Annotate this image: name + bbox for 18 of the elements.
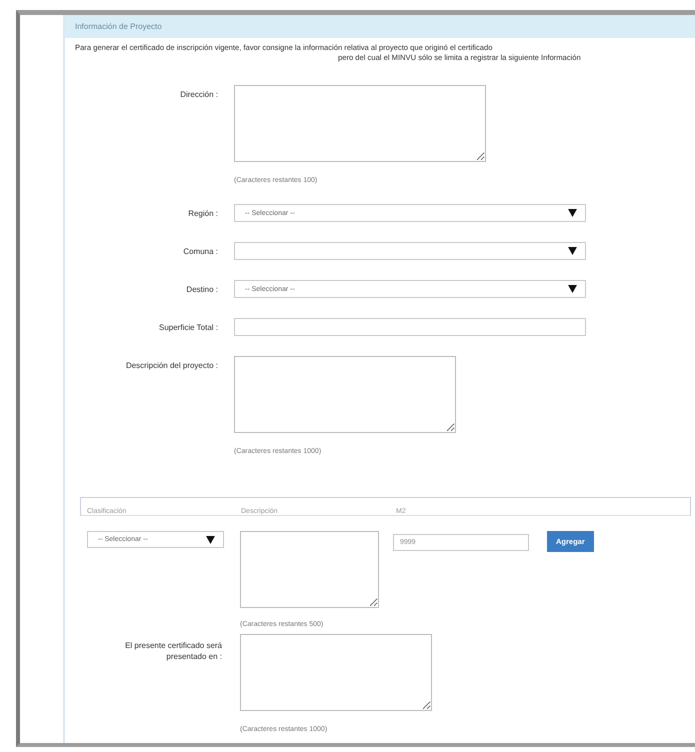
field-label: Región : — [187, 208, 218, 219]
text-area[interactable] — [234, 85, 486, 162]
caret-icon — [206, 536, 215, 544]
text-area[interactable] — [240, 531, 379, 608]
text-area[interactable] — [240, 634, 432, 711]
field-label: Destino : — [185, 284, 218, 295]
field-label: El presente certificado será presentado en : — [124, 640, 222, 662]
caret-icon — [568, 209, 577, 217]
field-label: Descripción del proyecto : — [124, 360, 218, 371]
caret-icon — [568, 285, 577, 293]
field-label: Superficie Total : — [158, 322, 218, 333]
field-label: Comuna : — [182, 246, 218, 257]
text-area[interactable] — [234, 356, 456, 433]
panel-title: Información de Proyecto — [75, 22, 162, 31]
input-field[interactable] — [234, 318, 586, 336]
field-label: Dirección : — [179, 89, 218, 100]
caret-icon — [568, 247, 577, 255]
dropdown[interactable] — [234, 242, 586, 260]
